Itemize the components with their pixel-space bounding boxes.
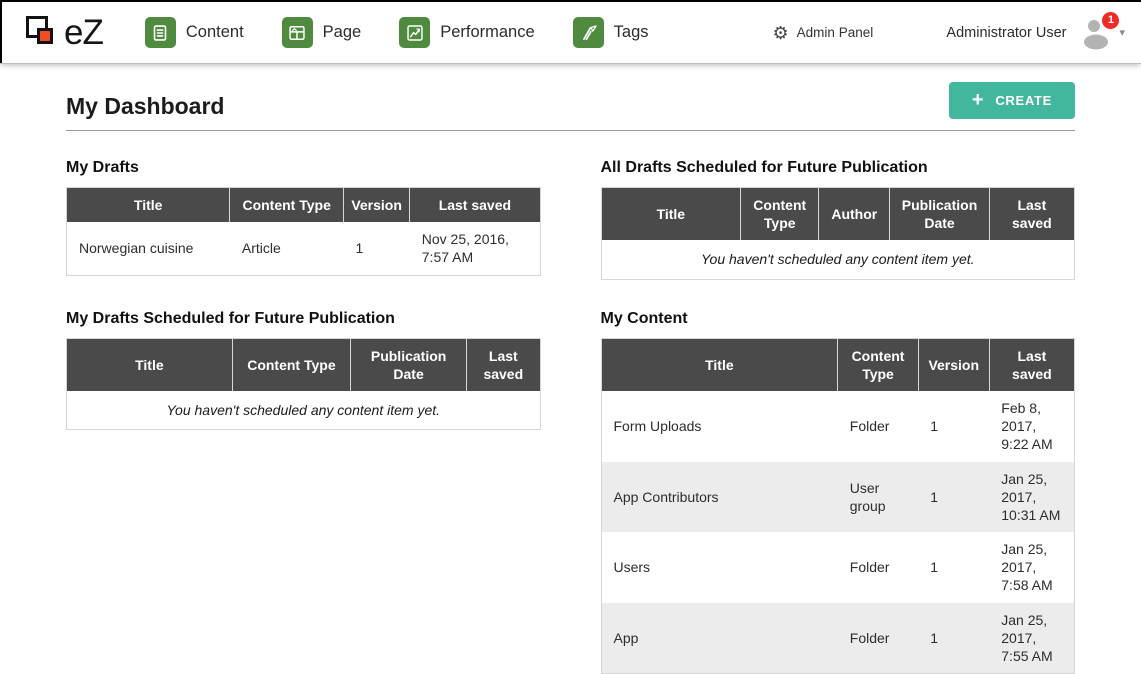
cell: 1	[918, 462, 989, 533]
panel-my-drafts-scheduled: My Drafts Scheduled for Future Publicati…	[66, 310, 541, 674]
user-avatar[interactable]: 1	[1080, 16, 1112, 50]
column-header: Title	[601, 188, 741, 241]
panel-title: My Content	[601, 310, 1076, 328]
nav-item-label: Tags	[614, 23, 649, 42]
table-header-row: TitleContent TypeVersionLast saved	[601, 338, 1075, 391]
cell: App Contributors	[601, 462, 838, 533]
gear-icon: ⚙	[773, 24, 789, 42]
cell: Folder	[838, 603, 918, 674]
cell: Jan 25, 2017, 10:31 AM	[989, 462, 1074, 533]
column-header: Last saved	[467, 338, 540, 391]
panel-my-content: My Content TitleContent TypeVersionLast …	[601, 310, 1076, 674]
panel-title: My Drafts	[66, 159, 541, 177]
main-menu: Content Page Performance	[145, 17, 687, 48]
empty-row: You haven't scheduled any content item y…	[601, 240, 1075, 279]
column-header: Version	[918, 338, 989, 391]
page-header: My Dashboard + CREATE	[66, 82, 1075, 131]
cell: User group	[838, 462, 918, 533]
cell: 1	[343, 222, 409, 275]
table-row[interactable]: UsersFolder1Jan 25, 2017, 7:58 AM	[601, 532, 1075, 603]
column-header: Publication Date	[351, 338, 467, 391]
cell: Nov 25, 2016, 7:57 AM	[410, 222, 540, 275]
dashboard-main: My Dashboard + CREATE My Drafts TitleCon…	[0, 82, 1141, 674]
cell: 1	[918, 532, 989, 603]
ez-logo-icon	[26, 14, 60, 52]
table-row[interactable]: Form UploadsFolder1Feb 8, 2017, 9:22 AM	[601, 391, 1075, 462]
column-header: Last saved	[989, 338, 1074, 391]
table-header-row: TitleContent TypeVersionLast saved	[67, 188, 541, 223]
nav-item-tags[interactable]: Tags	[573, 17, 649, 48]
empty-row: You haven't scheduled any content item y…	[67, 391, 541, 430]
nav-item-performance[interactable]: Performance	[399, 17, 534, 48]
table-row[interactable]: App ContributorsUser group1Jan 25, 2017,…	[601, 462, 1075, 533]
my-drafts-scheduled-table: TitleContent TypePublication DateLast sa…	[66, 338, 541, 431]
nav-item-page[interactable]: Page	[282, 17, 362, 48]
cell: Norwegian cuisine	[67, 222, 230, 275]
top-navigation: eZ Content Pag	[0, 0, 1141, 64]
column-header: Content Type	[838, 338, 918, 391]
column-header: Last saved	[989, 188, 1074, 241]
page-icon	[282, 17, 313, 48]
logo-text: eZ	[64, 15, 103, 50]
logo-orange-square	[37, 28, 53, 44]
tags-icon	[573, 17, 604, 48]
notification-badge[interactable]: 1	[1102, 12, 1119, 29]
my-drafts-table: TitleContent TypeVersionLast savedNorweg…	[66, 187, 541, 276]
column-header: Title	[67, 188, 230, 223]
column-header: Title	[601, 338, 838, 391]
cell: Users	[601, 532, 838, 603]
column-header: Content Type	[230, 188, 344, 223]
content-icon	[145, 17, 176, 48]
performance-icon	[399, 17, 430, 48]
panel-title: All Drafts Scheduled for Future Publicat…	[601, 159, 1076, 177]
chevron-down-icon: ▾	[1119, 26, 1125, 39]
plus-icon: +	[972, 90, 984, 110]
column-header: Title	[67, 338, 233, 391]
create-button[interactable]: + CREATE	[949, 82, 1075, 119]
cell: 1	[918, 603, 989, 674]
nav-item-label: Performance	[440, 23, 534, 42]
admin-panel-button[interactable]: ⚙ Admin Panel	[773, 24, 874, 42]
cell: Folder	[838, 391, 918, 462]
table-row[interactable]: Norwegian cuisineArticle1Nov 25, 2016, 7…	[67, 222, 541, 275]
panel-all-drafts-scheduled: All Drafts Scheduled for Future Publicat…	[601, 159, 1076, 280]
create-button-label: CREATE	[995, 93, 1052, 108]
cell: Article	[230, 222, 344, 275]
table-row[interactable]: AppFolder1Jan 25, 2017, 7:55 AM	[601, 603, 1075, 674]
cell: Jan 25, 2017, 7:55 AM	[989, 603, 1074, 674]
column-header: Version	[343, 188, 409, 223]
empty-message: You haven't scheduled any content item y…	[601, 240, 1075, 279]
panel-my-drafts: My Drafts TitleContent TypeVersionLast s…	[66, 159, 541, 280]
all-drafts-scheduled-table: TitleContent TypeAuthorPublication DateL…	[601, 187, 1076, 280]
user-name[interactable]: Administrator User	[946, 25, 1066, 41]
page-title: My Dashboard	[66, 93, 224, 121]
column-header: Publication Date	[890, 188, 989, 241]
cell: Jan 25, 2017, 7:58 AM	[989, 532, 1074, 603]
nav-item-content[interactable]: Content	[145, 17, 244, 48]
cell: 1	[918, 391, 989, 462]
cell: Form Uploads	[601, 391, 838, 462]
panel-title: My Drafts Scheduled for Future Publicati…	[66, 310, 541, 328]
admin-panel-label: Admin Panel	[797, 25, 874, 40]
cell: Folder	[838, 532, 918, 603]
table-header-row: TitleContent TypePublication DateLast sa…	[67, 338, 541, 391]
app-logo[interactable]: eZ	[26, 14, 103, 52]
nav-item-label: Content	[186, 23, 244, 42]
empty-message: You haven't scheduled any content item y…	[67, 391, 541, 430]
nav-item-label: Page	[323, 23, 362, 42]
cell: Feb 8, 2017, 9:22 AM	[989, 391, 1074, 462]
dashboard-grid: My Drafts TitleContent TypeVersionLast s…	[66, 159, 1075, 674]
my-content-table: TitleContent TypeVersionLast savedForm U…	[601, 338, 1076, 674]
column-header: Last saved	[410, 188, 540, 223]
table-header-row: TitleContent TypeAuthorPublication DateL…	[601, 188, 1075, 241]
column-header: Content Type	[232, 338, 350, 391]
column-header: Content Type	[741, 188, 819, 241]
cell: App	[601, 603, 838, 674]
user-area: Administrator User 1 ▾	[946, 16, 1125, 50]
column-header: Author	[819, 188, 890, 241]
